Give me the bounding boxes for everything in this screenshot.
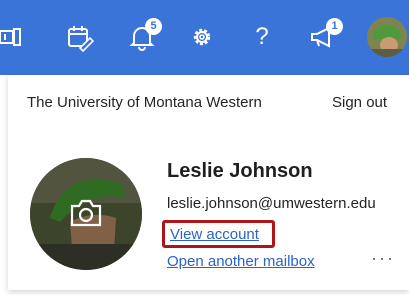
open-another-mailbox-link[interactable]: Open another mailbox (167, 253, 315, 270)
user-email: leslie.johnson@umwestern.edu (167, 195, 376, 212)
profile-avatar-button[interactable] (367, 17, 407, 57)
sign-out-link[interactable]: Sign out (332, 94, 387, 111)
more-options-icon[interactable]: ··· (371, 248, 395, 269)
help-label: ? (255, 23, 269, 50)
gear-icon[interactable] (188, 22, 216, 52)
calendar-edit-icon[interactable] (66, 22, 95, 53)
user-name: Leslie Johnson (167, 160, 313, 182)
profile-photo[interactable] (30, 158, 142, 270)
megaphone-icon[interactable]: 1 (309, 18, 343, 52)
bell-icon[interactable]: 5 (128, 18, 162, 52)
organization-name: The University of Montana Western (27, 94, 262, 111)
help-icon[interactable]: ? (248, 22, 276, 52)
notifications-badge: 5 (145, 18, 162, 35)
view-account-highlight: View account (162, 220, 275, 248)
top-bar: 5 ? 1 (0, 0, 409, 75)
feedback-badge: 1 (326, 18, 343, 35)
account-panel: The University of Montana Western Sign o… (8, 75, 409, 290)
camera-icon (70, 199, 102, 227)
teams-icon[interactable] (0, 22, 22, 52)
view-account-link[interactable]: View account (170, 226, 259, 243)
